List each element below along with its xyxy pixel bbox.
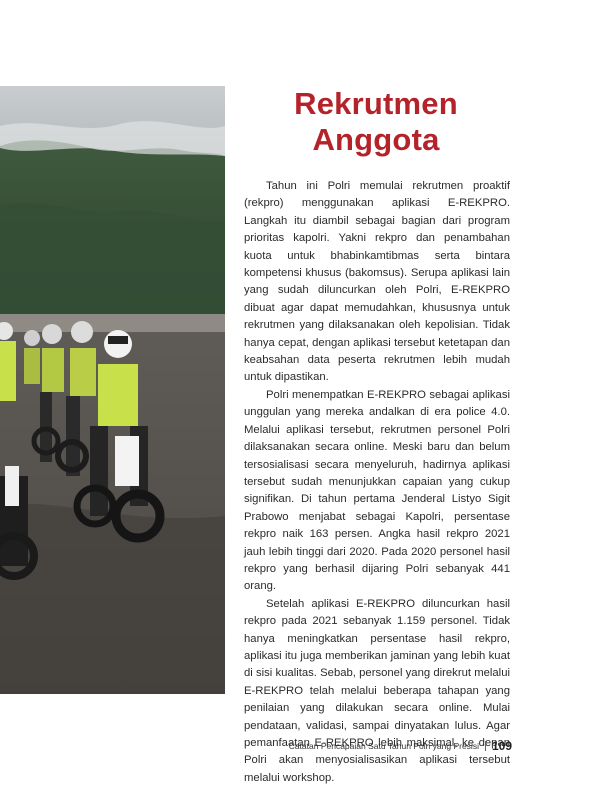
paragraph: Polri menempatkan E-REKPRO sebagai aplik… (244, 388, 510, 593)
page-footer: Catatan Pencapaian Satu Tahun Polri yang… (289, 739, 512, 753)
page-number: 109 (491, 739, 512, 753)
title-line-1: Rekrutmen (294, 86, 458, 121)
police-motorcycle-photo (0, 86, 225, 694)
article-body: Tahun ini Polri memulai rekrutmen proakt… (244, 178, 510, 787)
paragraph: Setelah aplikasi E-REKPRO diluncurkan ha… (244, 597, 510, 784)
title-line-2: Anggota (312, 122, 440, 157)
paragraph: Tahun ini Polri memulai rekrutmen proakt… (244, 180, 510, 384)
footer-divider (484, 741, 486, 751)
page-title: Rekrutmen Anggota (244, 86, 508, 158)
footer-caption: Catatan Pencapaian Satu Tahun Polri yang… (288, 741, 479, 751)
